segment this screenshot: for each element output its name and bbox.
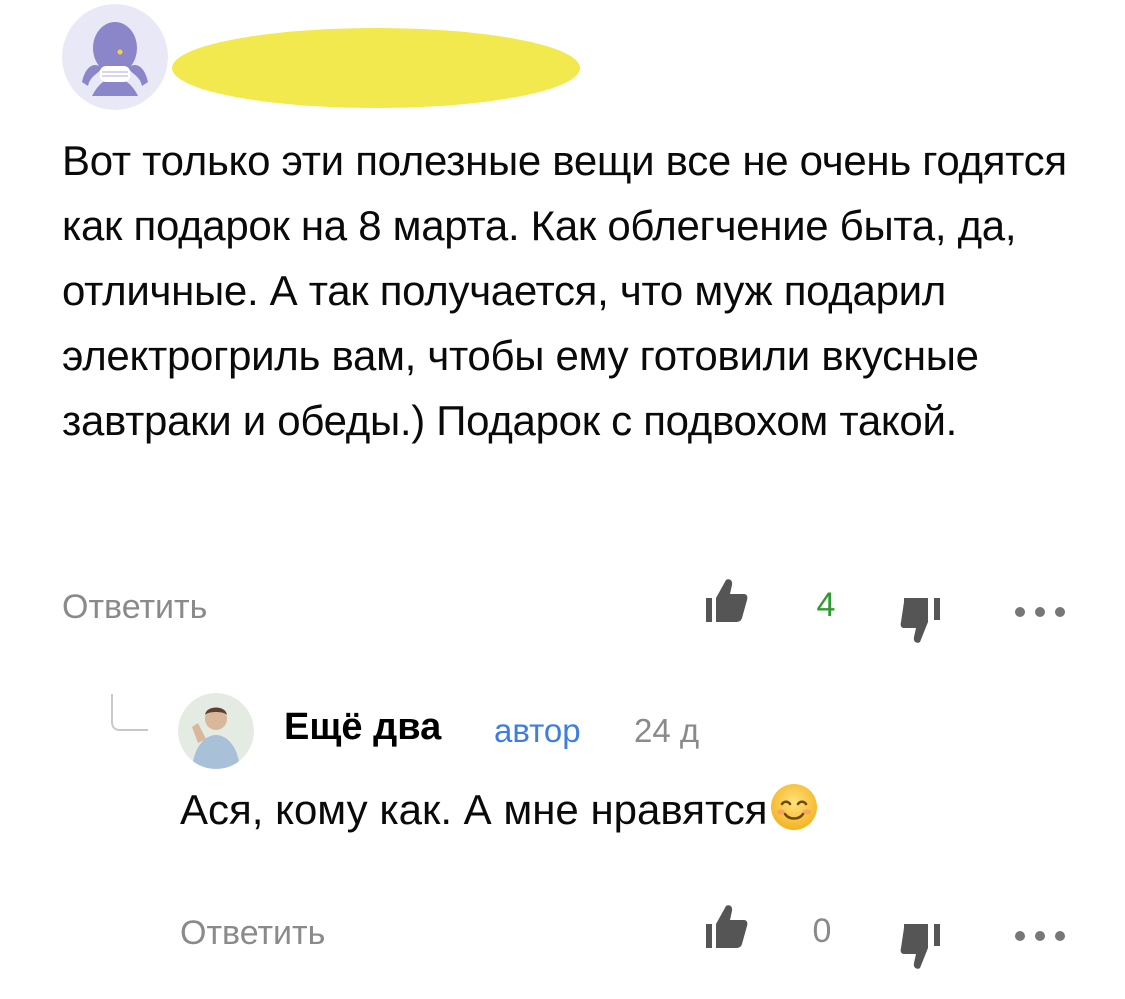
thumbs-down-icon[interactable] [900, 920, 944, 977]
smiling-face-icon [769, 782, 819, 848]
reply-text: Ася, кому как. А мне нравятся [180, 780, 819, 848]
reply-likes-count: 0 [812, 912, 832, 950]
user-photo-icon [178, 693, 254, 769]
thumbs-down-icon[interactable] [900, 594, 944, 651]
reply-avatar[interactable] [178, 693, 254, 769]
more-dots-icon[interactable] [1012, 604, 1068, 625]
octopus-avatar-icon [62, 4, 168, 110]
comment-text: Вот только эти полезные вещи все не очен… [62, 137, 1067, 444]
more-dots-icon[interactable] [1012, 928, 1068, 949]
reply-author-name[interactable]: Ещё два [284, 706, 441, 749]
reply-text-content: Ася, кому как. А мне нравятся [180, 786, 768, 833]
author-badge: автор [494, 712, 581, 749]
thumbs-up-icon[interactable] [704, 902, 748, 955]
reply-button[interactable]: Ответить [62, 588, 207, 627]
author-name-redaction [172, 28, 580, 108]
likes-count: 4 [816, 586, 836, 624]
avatar[interactable] [62, 4, 168, 110]
thread-connector-icon [110, 694, 148, 732]
reply-reply-button[interactable]: Ответить [180, 914, 325, 953]
thumbs-up-icon[interactable] [704, 576, 748, 629]
reply-timestamp: 24 д [634, 712, 700, 749]
